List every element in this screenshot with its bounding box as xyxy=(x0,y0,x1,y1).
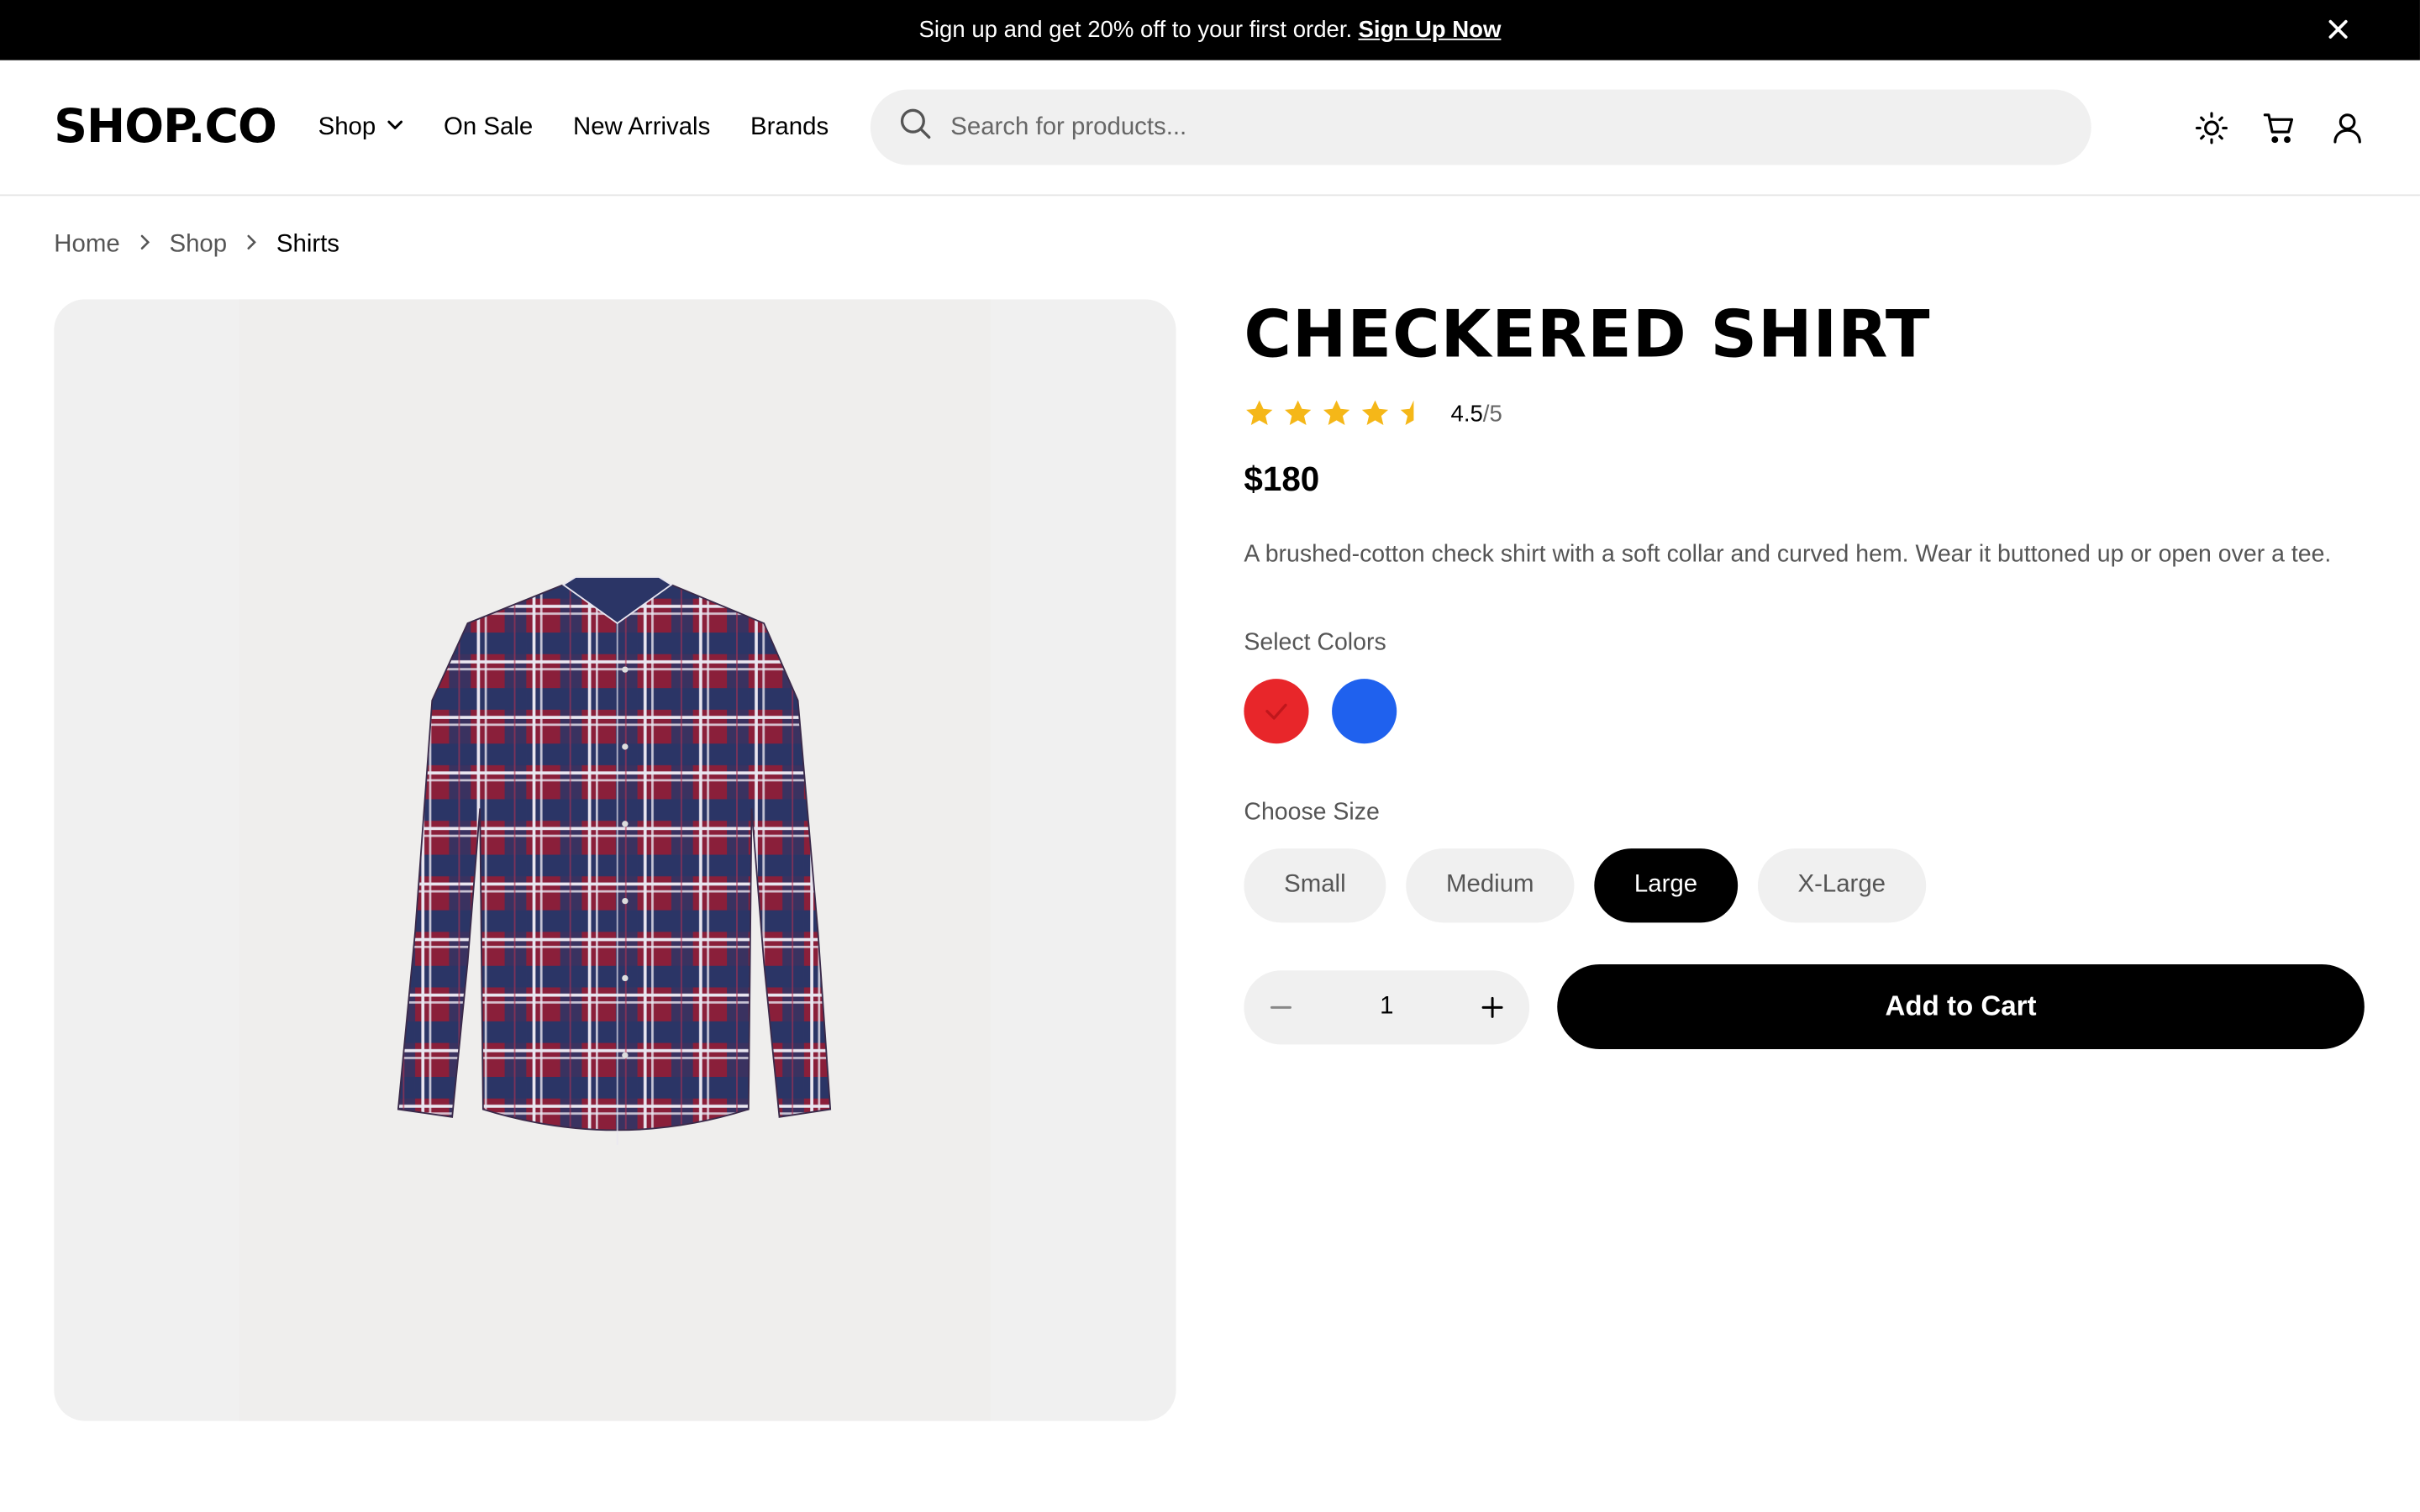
nav-shop[interactable]: Shop xyxy=(318,113,404,141)
product-price: $180 xyxy=(1244,459,1320,499)
chevron-right-icon xyxy=(135,232,154,260)
check-icon xyxy=(1265,704,1287,720)
nav-brands[interactable]: Brands xyxy=(750,113,829,141)
rating-stars xyxy=(1244,398,1428,429)
star-full-icon xyxy=(1246,400,1273,426)
rating-value: 4.5 xyxy=(1450,400,1483,428)
product-title: CHECKERED SHIRT xyxy=(1244,296,1931,372)
breadcrumb-shop[interactable]: Shop xyxy=(169,232,227,260)
theme-sun-icon[interactable] xyxy=(2193,108,2230,145)
size-medium-button[interactable]: Medium xyxy=(1406,848,1575,923)
product-description: A brushed-cotton check shirt with a soft… xyxy=(1244,542,2332,569)
promo-text: Sign up and get 20% off to your first or… xyxy=(918,17,1353,44)
cart-icon[interactable] xyxy=(2261,108,2298,145)
quantity-value[interactable]: 1 xyxy=(1380,993,1393,1021)
close-icon[interactable] xyxy=(2324,15,2352,43)
size-large-button[interactable]: Large xyxy=(1594,848,1738,923)
breadcrumb-current: Shirts xyxy=(276,231,340,258)
size-x-large-button[interactable]: X-Large xyxy=(1757,848,1926,923)
add-to-cart-button[interactable]: Add to Cart xyxy=(1557,964,2365,1050)
size-options: Small Medium Large X-Large xyxy=(1244,848,2364,923)
color-swatch-red[interactable] xyxy=(1244,679,1309,744)
rating-max: /5 xyxy=(1482,400,1502,428)
chevron-down-icon xyxy=(385,113,403,141)
promo-banner: Sign up and get 20% off to your first or… xyxy=(0,0,2420,60)
star-full-icon xyxy=(1323,400,1350,426)
color-swatch-blue[interactable] xyxy=(1332,679,1397,744)
star-full-icon xyxy=(1361,400,1389,426)
minus-icon[interactable] xyxy=(1267,993,1295,1021)
search-icon xyxy=(898,107,932,149)
account-icon[interactable] xyxy=(2329,108,2366,145)
breadcrumb: Home Shop Shirts xyxy=(54,232,339,260)
colors-label: Select Colors xyxy=(1244,629,1386,656)
search-input[interactable] xyxy=(950,113,2064,142)
size-label: Choose Size xyxy=(1244,799,1380,826)
nav-shop-label: Shop xyxy=(318,113,376,140)
main-nav: Shop On Sale New Arrivals Brands xyxy=(318,113,829,141)
site-header: SHOP.CO Shop On Sale New Arrivals Brands xyxy=(0,60,2420,197)
purchase-row: 1 Add to Cart xyxy=(1244,964,2365,1050)
star-full-icon xyxy=(1285,400,1312,426)
checkered-shirt-image xyxy=(397,576,832,1145)
nav-on-sale[interactable]: On Sale xyxy=(444,113,533,141)
rating-score: 4.5/5 xyxy=(1450,401,1502,427)
product-image xyxy=(54,299,1176,1421)
star-half-icon xyxy=(1400,400,1414,426)
product-info: CHECKERED SHIRT 4.5/5 $180 A brushed-cot… xyxy=(1244,296,2365,1050)
size-small-button[interactable]: Small xyxy=(1244,848,1386,923)
plus-icon[interactable] xyxy=(1479,993,1507,1021)
breadcrumb-home[interactable]: Home xyxy=(54,232,119,260)
logo[interactable]: SHOP.CO xyxy=(54,100,277,154)
color-options xyxy=(1244,679,2364,744)
nav-new-arrivals[interactable]: New Arrivals xyxy=(573,113,710,141)
chevron-right-icon xyxy=(242,232,260,260)
search-bar xyxy=(870,89,2091,165)
header-icons xyxy=(2193,108,2366,145)
product-rating: 4.5/5 xyxy=(1244,398,2364,429)
quantity-stepper: 1 xyxy=(1244,969,1530,1044)
sign-up-link[interactable]: Sign Up Now xyxy=(1358,17,1501,43)
